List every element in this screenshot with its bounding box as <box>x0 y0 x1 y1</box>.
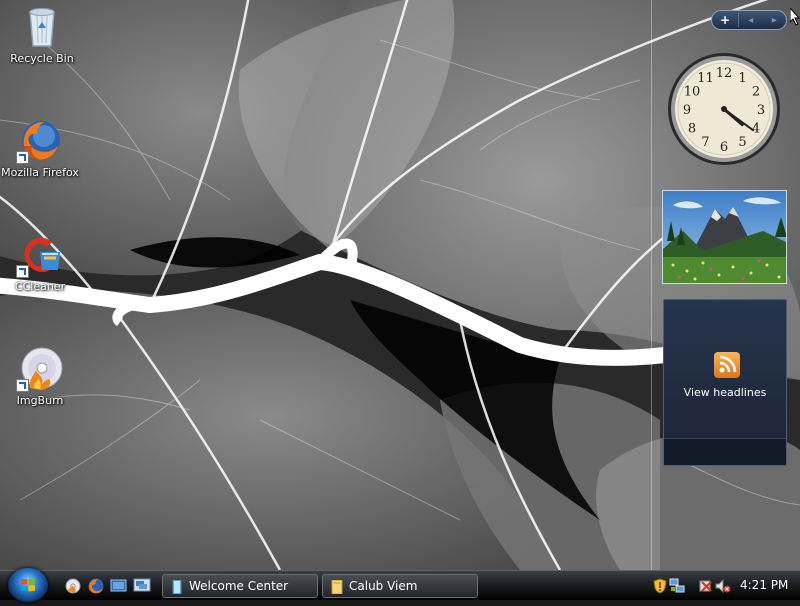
clock-gadget[interactable]: 12 1 2 3 4 5 6 7 8 9 10 11 <box>666 51 786 169</box>
taskbar-clock[interactable]: 4:21 PM <box>740 571 788 601</box>
desktop-icon-mozilla-firefox[interactable]: Mozilla Firefox <box>0 116 82 180</box>
sidebar-edge <box>651 0 652 570</box>
ccleaner-icon <box>16 230 64 278</box>
clock-numeral: 10 <box>684 85 701 100</box>
view-headlines-link[interactable]: View headlines <box>664 386 786 399</box>
shortcut-arrow-icon <box>16 265 29 278</box>
recycle-bin-icon <box>18 2 66 50</box>
taskbar: Welcome Center Calub Viem 4:21 PM <box>0 568 800 602</box>
folder-icon <box>330 579 344 595</box>
desktop[interactable]: Recycle Bin Mozilla Firefox CCleaner Img… <box>0 0 800 570</box>
sidebar-gadget-toolbar: + ◂ ▸ <box>711 10 787 30</box>
desktop-icon-ccleaner[interactable]: CCleaner <box>0 230 82 294</box>
clock-numeral: 8 <box>688 122 696 137</box>
firefox-icon <box>16 116 64 164</box>
desktop-icon-imgburn[interactable]: ImgBurn <box>0 344 82 408</box>
slideshow-gadget[interactable] <box>662 190 787 284</box>
clock-face: 12 1234567891011 <box>668 53 780 165</box>
clock-numeral: 2 <box>752 85 760 100</box>
taskbar-button-welcome-center[interactable]: Welcome Center <box>162 574 318 598</box>
clock-numeral: 9 <box>683 103 691 118</box>
quick-launch-firefox-icon[interactable] <box>87 577 105 595</box>
mouse-pointer-icon <box>789 6 800 30</box>
clock-numeral: 6 <box>720 140 728 155</box>
desktop-icon-label: CCleaner <box>14 280 66 293</box>
mountain-meadow-photo <box>663 191 786 283</box>
desktop-icon-label: ImgBurn <box>16 394 64 407</box>
feed-gadget-footer <box>664 438 786 465</box>
desktop-icon-label: Mozilla Firefox <box>1 166 79 179</box>
volume-muted-icon[interactable] <box>715 578 731 594</box>
clock-numeral: 12 <box>716 66 733 81</box>
shortcut-arrow-icon <box>16 151 29 164</box>
quick-launch-show-desktop-icon[interactable] <box>133 577 151 595</box>
prev-gadget-button[interactable]: ◂ <box>739 15 763 26</box>
rss-icon <box>714 352 740 378</box>
add-gadget-button[interactable]: + <box>712 13 739 27</box>
taskbar-button-label: Welcome Center <box>189 579 289 593</box>
clock-numeral: 7 <box>701 135 709 150</box>
clock-numeral: 11 <box>697 71 714 86</box>
quick-launch-switch-windows-icon[interactable] <box>110 577 128 595</box>
clock-numeral: 1 <box>738 71 746 86</box>
feed-headlines-gadget[interactable]: View headlines <box>663 299 787 466</box>
start-button[interactable] <box>8 568 48 602</box>
network-icon[interactable] <box>669 578 685 594</box>
windows-logo-icon <box>21 578 35 592</box>
power-icon[interactable] <box>698 578 714 594</box>
welcome-center-icon <box>170 579 184 595</box>
clock-numeral: 5 <box>738 135 746 150</box>
imgburn-icon <box>16 344 64 392</box>
desktop-icon-label: Recycle Bin <box>10 52 74 65</box>
shortcut-arrow-icon <box>16 379 29 392</box>
clock-numeral: 3 <box>757 103 765 118</box>
taskbar-button-calub-viem[interactable]: Calub Viem <box>322 574 478 598</box>
quick-launch-desktop-icon[interactable] <box>64 577 82 595</box>
desktop-icon-recycle-bin[interactable]: Recycle Bin <box>0 2 84 66</box>
security-shield-icon[interactable] <box>652 578 668 594</box>
next-gadget-button[interactable]: ▸ <box>763 15 787 26</box>
taskbar-button-label: Calub Viem <box>349 579 418 593</box>
